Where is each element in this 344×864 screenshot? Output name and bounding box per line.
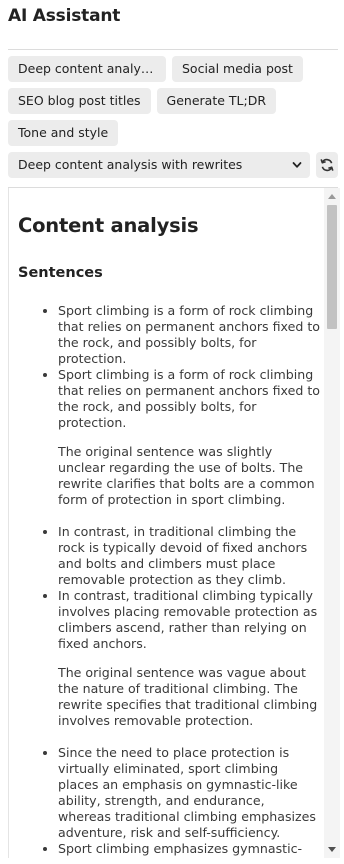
chip-social-media-post[interactable]: Social media post	[172, 56, 303, 82]
prompt-select-value: Deep content analysis with rewrites	[18, 157, 243, 172]
scroll-up-arrow-icon[interactable]	[328, 194, 336, 199]
regenerate-button[interactable]	[316, 152, 338, 178]
prompt-select[interactable]: Deep content analysis with rewrites	[8, 152, 310, 178]
output-panel[interactable]: Content analysis Sentences Sport climbin…	[8, 188, 340, 858]
vertical-scrollbar[interactable]	[324, 188, 340, 858]
chevron-down-icon	[292, 162, 302, 168]
rewritten-sentence: In contrast, traditional climbing typica…	[58, 588, 321, 652]
original-sentence: In contrast, in traditional climbing the…	[58, 524, 321, 588]
rewritten-sentence: Sport climbing is a form of rock climbin…	[58, 367, 321, 431]
chip-deep-content-analysis[interactable]: Deep content analysis with rewrites	[8, 56, 166, 82]
rewritten-sentence: Sport climbing emphasizes gymnastic-like…	[58, 841, 321, 858]
prompt-chips: Deep content analysis with rewritesSocia…	[8, 56, 338, 152]
title-divider	[8, 49, 338, 50]
output-content: Content analysis Sentences Sport climbin…	[9, 188, 321, 858]
scrollbar-thumb[interactable]	[327, 205, 337, 329]
panel-title: AI Assistant	[8, 6, 121, 26]
rewrite-explanation: The original sentence was vague about th…	[58, 665, 318, 728]
original-sentence: Since the need to place protection is vi…	[58, 745, 321, 841]
refresh-icon	[320, 158, 334, 172]
prompt-select-row: Deep content analysis with rewrites	[8, 152, 338, 178]
scroll-down-arrow-icon[interactable]	[328, 847, 336, 852]
output-heading: Content analysis	[18, 214, 199, 237]
rewrite-explanation: The original sentence was slightly uncle…	[58, 444, 315, 507]
original-sentence: Sport climbing is a form of rock climbin…	[58, 303, 321, 367]
sentence-pair-1: Sport climbing is a form of rock climbin…	[18, 303, 321, 431]
sentences-heading: Sentences	[18, 265, 103, 281]
sentence-pair-2: In contrast, in traditional climbing the…	[18, 524, 321, 652]
chip-generate-tldr[interactable]: Generate TL;DR	[156, 88, 277, 114]
sentence-pair-3: Since the need to place protection is vi…	[18, 745, 321, 858]
chip-seo-blog-post-titles[interactable]: SEO blog post titles	[8, 88, 151, 114]
chip-tone-and-style[interactable]: Tone and style	[8, 120, 119, 146]
